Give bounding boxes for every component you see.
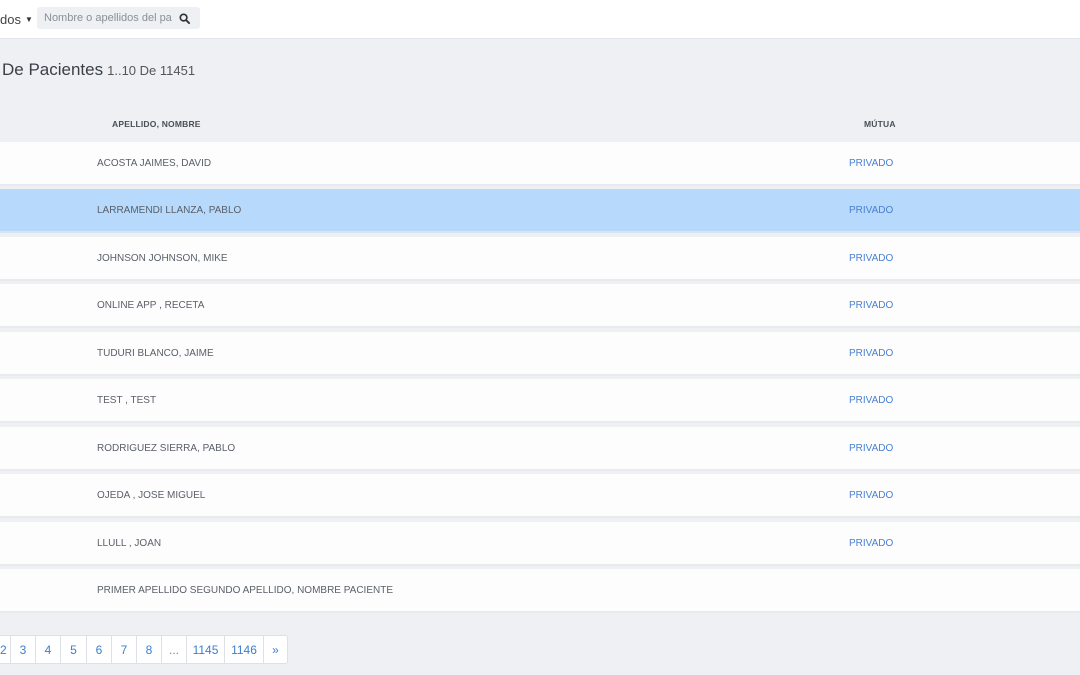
patient-mutua[interactable]: PRIVADO xyxy=(849,300,893,311)
page-link[interactable]: 2 xyxy=(0,636,10,663)
table-row[interactable]: OJEDA , JOSE MIGUEL PRIVADO xyxy=(0,474,1080,518)
patient-mutua[interactable]: PRIVADO xyxy=(849,348,893,359)
next-page-button[interactable]: » xyxy=(263,636,287,663)
page-link[interactable]: 1146 xyxy=(224,636,263,663)
patient-name: TUDURI BLANCO, JAIME xyxy=(97,348,214,359)
page-link[interactable]: 7 xyxy=(111,636,136,663)
page-link[interactable]: 3 xyxy=(10,636,35,663)
table-row[interactable]: TEST , TEST PRIVADO xyxy=(0,379,1080,423)
patient-name: LARRAMENDI LLANZA, PABLO xyxy=(97,205,242,216)
column-header-mutua[interactable]: MÚTUA xyxy=(864,119,896,129)
pagination: 2 3 4 5 6 7 8 ... 1145 1146 » xyxy=(0,635,288,664)
patient-name: ACOSTA JAIMES, DAVID xyxy=(97,158,212,169)
patient-name: TEST , TEST xyxy=(97,395,157,406)
patient-name: LLULL , JOAN xyxy=(97,538,162,549)
patient-mutua[interactable]: PRIVADO xyxy=(849,205,893,216)
table-row[interactable]: ONLINE APP , RECETA PRIVADO xyxy=(0,284,1080,328)
patient-mutua[interactable]: PRIVADO xyxy=(849,443,893,454)
column-header-name[interactable]: APELLIDO, NOMBRE xyxy=(112,119,201,129)
table-row[interactable]: JOHNSON JOHNSON, MIKE PRIVADO xyxy=(0,237,1080,281)
table-row[interactable]: PRIMER APELLIDO SEGUNDO APELLIDO, NOMBRE… xyxy=(0,569,1080,613)
page-title: De Pacientes 1..10 De 11451 xyxy=(2,60,195,80)
patient-mutua[interactable]: PRIVADO xyxy=(849,490,893,501)
patient-mutua[interactable]: PRIVADO xyxy=(849,158,893,169)
patient-name: PRIMER APELLIDO SEGUNDO APELLIDO, NOMBRE… xyxy=(97,585,394,596)
patient-mutua[interactable]: PRIVADO xyxy=(849,395,893,406)
page-title-text: De Pacientes xyxy=(2,60,104,79)
table-row[interactable]: ACOSTA JAIMES, DAVID PRIVADO xyxy=(0,142,1080,186)
search-button[interactable] xyxy=(172,7,196,29)
table-row[interactable]: TUDURI BLANCO, JAIME PRIVADO xyxy=(0,332,1080,376)
search-input[interactable] xyxy=(37,7,172,29)
page-link[interactable]: 6 xyxy=(86,636,111,663)
patient-name: OJEDA , JOSE MIGUEL xyxy=(97,490,206,501)
filter-dropdown-label: dos xyxy=(0,11,21,27)
patient-name: RODRIGUEZ SIERRA, PABLO xyxy=(97,443,236,454)
page-link[interactable]: 1145 xyxy=(186,636,224,663)
search-box xyxy=(37,7,200,29)
patient-mutua[interactable]: PRIVADO xyxy=(849,538,893,549)
patient-name: ONLINE APP , RECETA xyxy=(97,300,205,311)
search-icon xyxy=(178,12,190,24)
page-link[interactable]: 4 xyxy=(35,636,60,663)
caret-down-icon: ▼ xyxy=(24,14,33,24)
page-link[interactable]: 8 xyxy=(136,636,161,663)
page-link[interactable]: 5 xyxy=(60,636,86,663)
table-row-selected[interactable]: LARRAMENDI LLANZA, PABLO PRIVADO xyxy=(0,189,1080,233)
patient-name: JOHNSON JOHNSON, MIKE xyxy=(97,253,228,264)
table-row[interactable]: LLULL , JOAN PRIVADO xyxy=(0,522,1080,566)
filter-dropdown[interactable]: dos ▼ xyxy=(0,9,33,29)
record-count: 1..10 De 11451 xyxy=(107,63,196,78)
table-row[interactable]: RODRIGUEZ SIERRA, PABLO PRIVADO xyxy=(0,427,1080,471)
top-bar: dos ▼ xyxy=(0,0,1080,39)
patient-mutua[interactable]: PRIVADO xyxy=(849,253,893,264)
page-ellipsis: ... xyxy=(161,636,186,663)
